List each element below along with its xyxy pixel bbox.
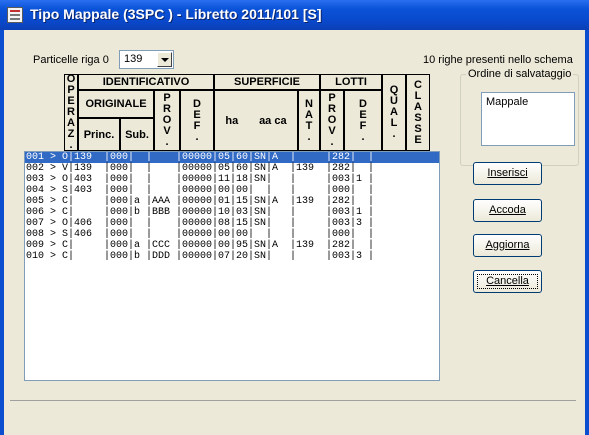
- table-row[interactable]: 007 > O|406 |000| | |00000|08|15|SN| | |…: [25, 218, 439, 229]
- table-row[interactable]: 005 > C| |000|a |AAA |00000|01|15|SN|A |…: [25, 196, 439, 207]
- header-def: DEF.: [180, 90, 214, 151]
- table-row[interactable]: 008 > S|406 |000| | |00000|00|00| | | |0…: [25, 229, 439, 240]
- header-letter: .: [330, 136, 334, 148]
- header-letter: A: [305, 108, 313, 121]
- header-princ: Princ.: [78, 118, 120, 151]
- header-operaz: OPERAZ.: [64, 74, 78, 151]
- header-letter: D: [359, 97, 367, 110]
- header-qual: QUAL.: [382, 74, 406, 151]
- aggiorna-button[interactable]: Aggiorna: [473, 234, 542, 257]
- header-originale: ORIGINALE: [78, 90, 154, 118]
- header-letter: S: [414, 111, 422, 124]
- header-letter: .: [361, 130, 365, 143]
- app-icon[interactable]: [7, 7, 23, 23]
- header-lotti-prov: PROV.: [320, 90, 344, 151]
- header-identificativo: IDENTIFICATIVO: [78, 74, 214, 90]
- header-letter: C: [414, 78, 422, 91]
- header-letter: L: [414, 89, 422, 102]
- header-letter: A: [414, 100, 422, 113]
- header-letter: F: [359, 119, 367, 132]
- particelle-label: Particelle riga 0: [33, 54, 109, 66]
- main-window: Tipo Mappale (3SPC ) - Libretto 2011/101…: [0, 0, 589, 435]
- window-frame-left: [0, 30, 4, 435]
- save-order-list[interactable]: Mappale: [481, 92, 575, 146]
- header-lotti: LOTTI: [320, 74, 382, 90]
- header-lotti-def: DEF.: [344, 90, 382, 151]
- header-letter: E: [193, 108, 201, 121]
- particelle-value: 139: [124, 53, 143, 65]
- cancella-button[interactable]: Cancella: [473, 270, 542, 293]
- table-row[interactable]: 009 > C| |000|a |CCC |00000|00|95|SN|A |…: [25, 240, 439, 251]
- table-row[interactable]: 010 > C| |000|b |DDD |00000|07|20|SN| | …: [25, 251, 439, 262]
- chevron-down-icon[interactable]: [157, 52, 172, 67]
- schema-list[interactable]: 001 > O|139 |000| | |00000|05|60|SN|A | …: [24, 151, 440, 381]
- header-letter: E: [359, 108, 367, 121]
- table-row[interactable]: 002 > V|139 |000| | |00000|05|60|SN|A |1…: [25, 163, 439, 174]
- header-aa-ca: aa ca: [259, 114, 287, 127]
- header-ha: ha: [225, 114, 239, 127]
- title-bar[interactable]: Tipo Mappale (3SPC ) - Libretto 2011/101…: [0, 0, 589, 30]
- table-row[interactable]: 001 > O|139 |000| | |00000|05|60|SN|A | …: [25, 152, 439, 163]
- window-frame-right: [585, 30, 589, 435]
- header-letter: E: [414, 133, 422, 146]
- header-letter: D: [193, 97, 201, 110]
- row-count-label: 10 righe presenti nello schema: [423, 54, 573, 66]
- table-row[interactable]: 003 > O|403 |000| | |00000|11|18|SN| | |…: [25, 174, 439, 185]
- window-title: Tipo Mappale (3SPC ) - Libretto 2011/101…: [30, 6, 322, 22]
- accoda-button[interactable]: Accoda: [473, 199, 542, 222]
- divider: [10, 400, 576, 401]
- save-order-item[interactable]: Mappale: [486, 96, 570, 108]
- header-letter: .: [165, 136, 169, 148]
- header-sub: Sub.: [120, 118, 154, 151]
- table-row[interactable]: 006 > C| |000|b |BBB |00000|10|03|SN| | …: [25, 207, 439, 218]
- header-letter: .: [392, 128, 396, 140]
- header-prov: PROV.: [154, 90, 180, 151]
- header-letter: .: [307, 130, 311, 143]
- header-superficie: SUPERFICIE: [214, 74, 320, 90]
- header-nat: NAT.: [298, 90, 320, 151]
- particelle-select[interactable]: 139: [119, 50, 174, 69]
- header-letter: .: [195, 130, 199, 143]
- inserisci-button[interactable]: Inserisci: [473, 162, 542, 185]
- header-letter: N: [305, 97, 313, 110]
- header-letter: .: [69, 139, 73, 151]
- header-classe: CLASSE: [406, 74, 430, 151]
- header-letter: T: [305, 119, 313, 132]
- header-ha-aa-ca: ha aa ca: [214, 90, 298, 151]
- header-letter: S: [414, 122, 422, 135]
- save-order-title: Ordine di salvataggio: [466, 68, 574, 80]
- header-letter: F: [193, 119, 201, 132]
- table-row[interactable]: 004 > S|403 |000| | |00000|00|00| | | |0…: [25, 185, 439, 196]
